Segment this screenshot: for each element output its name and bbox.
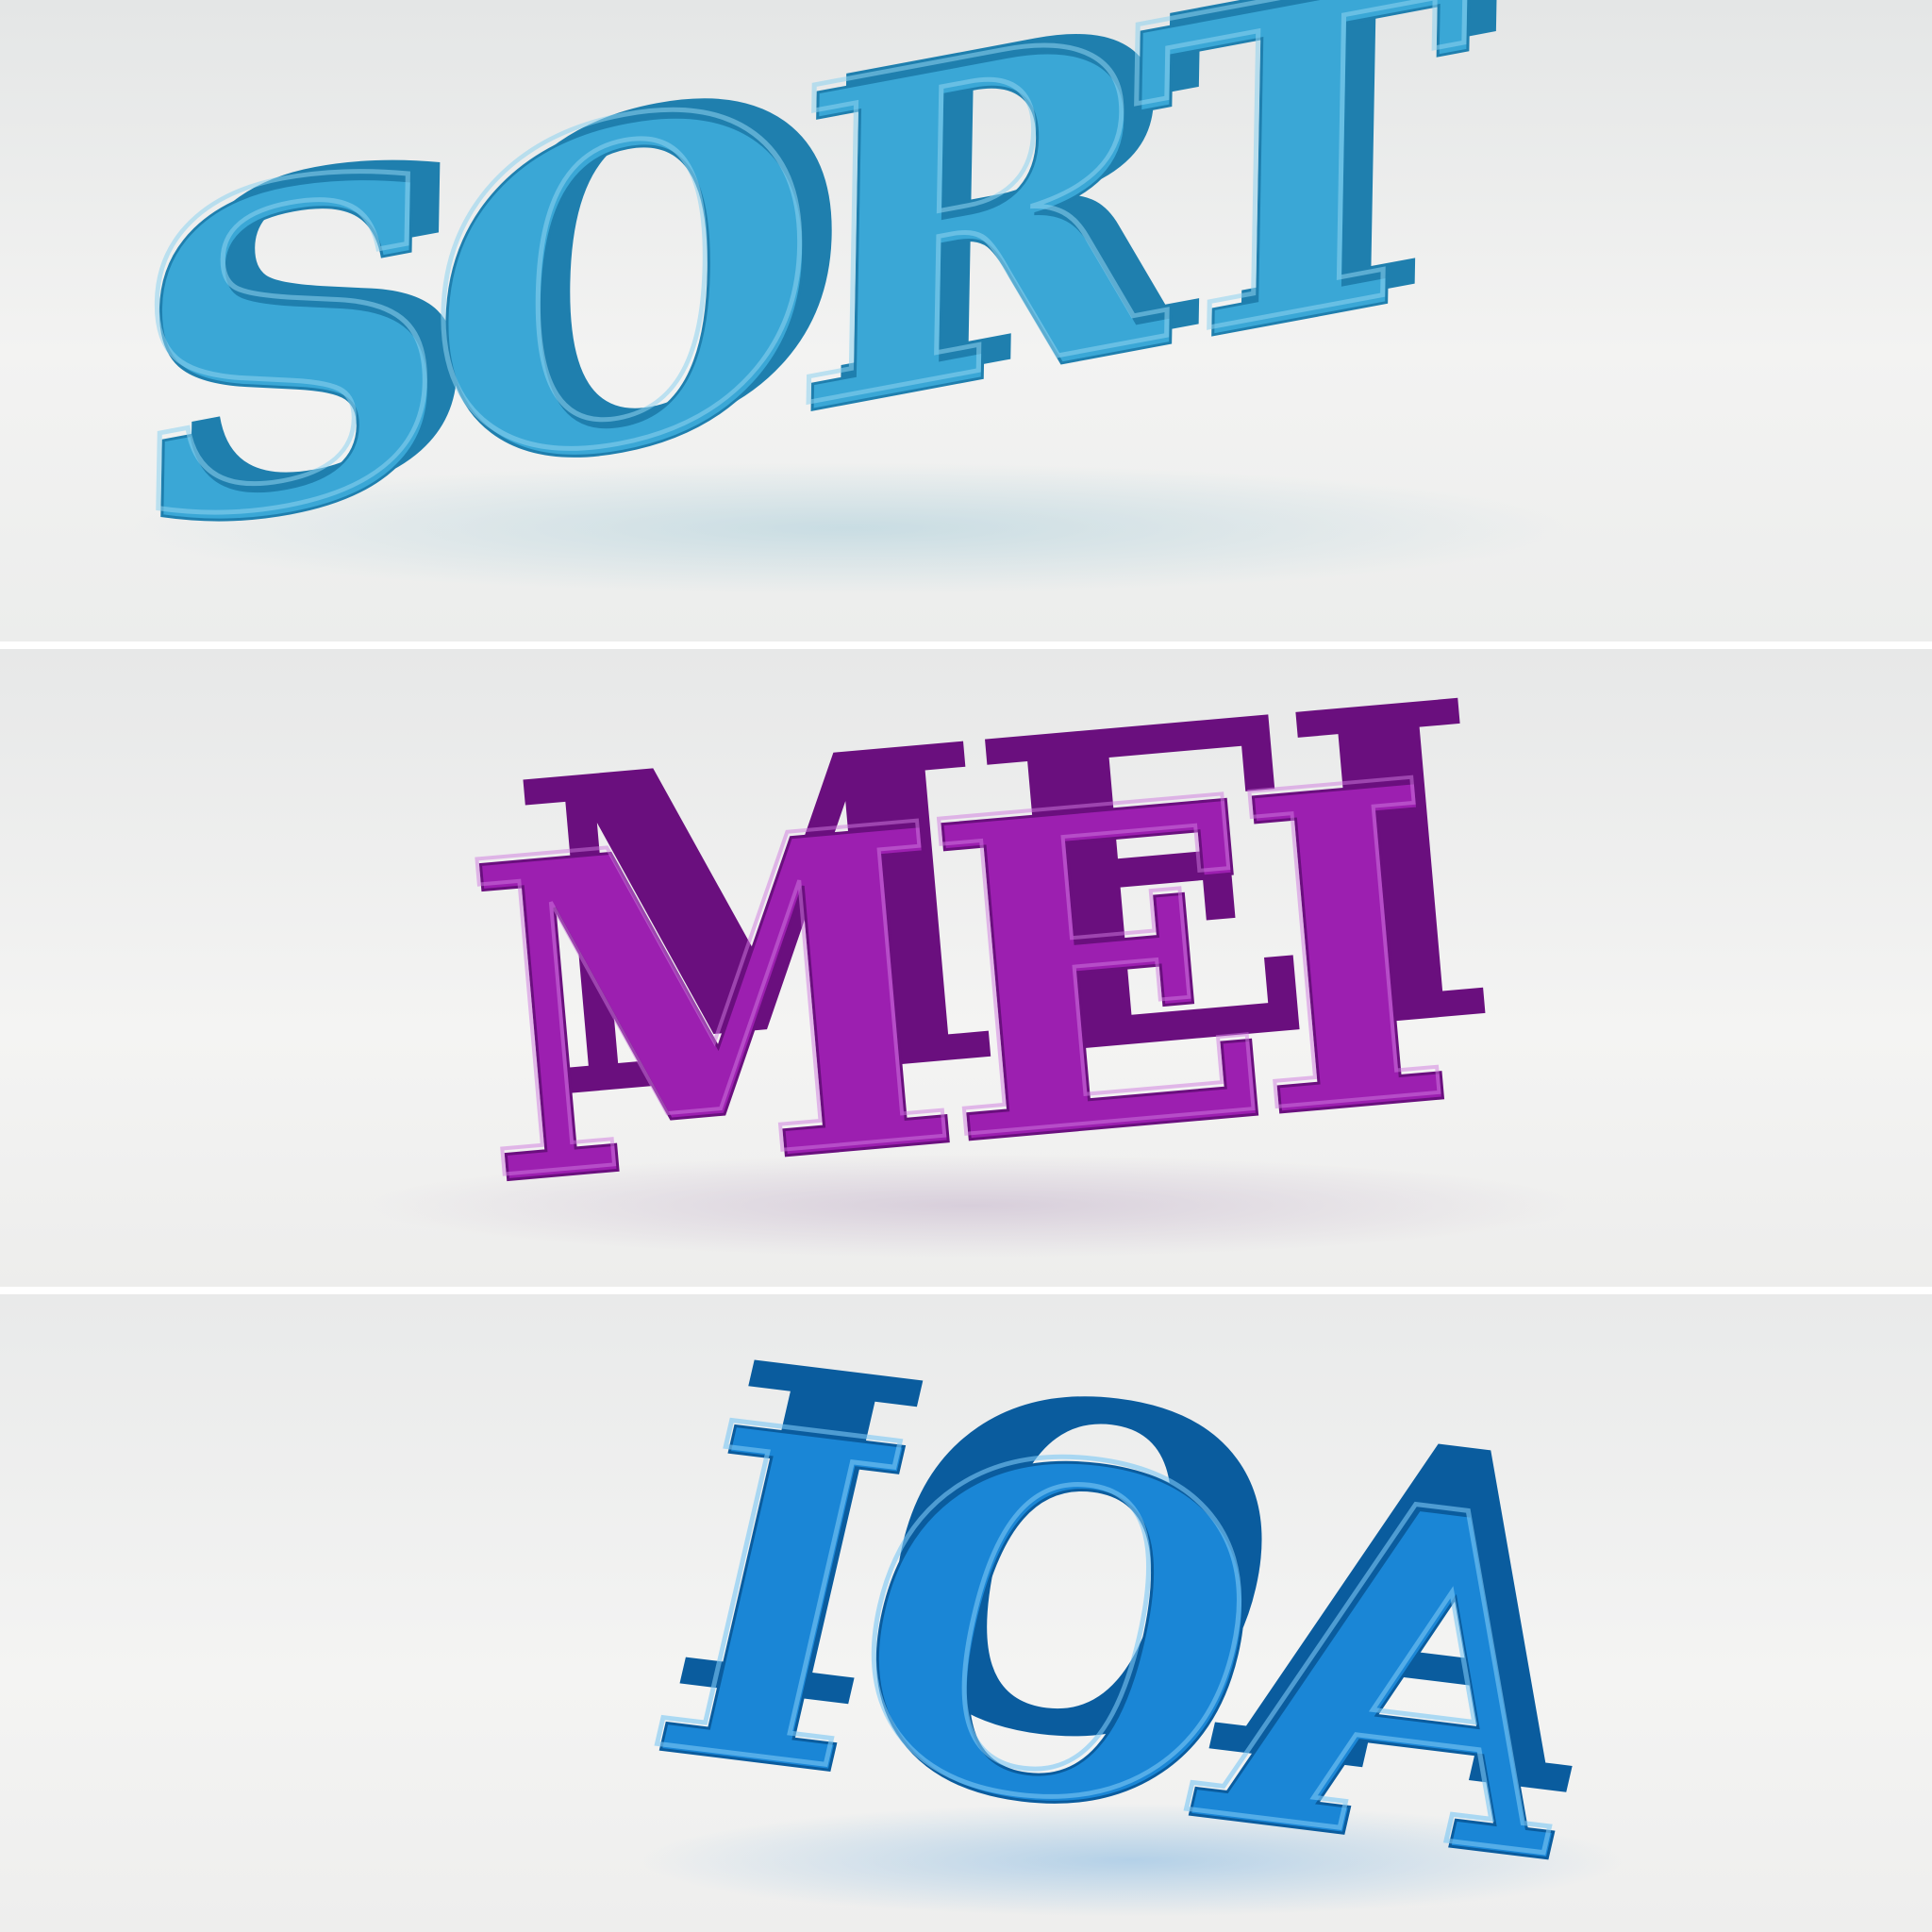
collage-divider	[0, 1287, 1932, 1294]
photo-collage: SORT SORT SORT MEI MEI MEI AOI AOI AOI	[0, 0, 1932, 1932]
mei-photo-canvas: MEI MEI MEI	[0, 649, 1932, 1287]
aoi-word-highlight: AOI	[633, 1327, 1643, 1932]
sort-photo-canvas: SORT SORT SORT	[0, 0, 1932, 641]
mei-word-highlight: MEI	[451, 687, 1449, 1277]
panel-sort-photo: SORT SORT SORT	[0, 0, 1932, 641]
aoi-photo-canvas: AOI AOI AOI	[0, 1294, 1932, 1932]
collage-divider	[0, 641, 1932, 649]
mei-gloss: MEI	[449, 685, 1451, 1279]
aoi-gloss: AOI	[630, 1324, 1645, 1932]
panel-mei-photo: MEI MEI MEI	[0, 649, 1932, 1287]
panel-aoi-photo: AOI AOI AOI	[0, 1294, 1932, 1932]
